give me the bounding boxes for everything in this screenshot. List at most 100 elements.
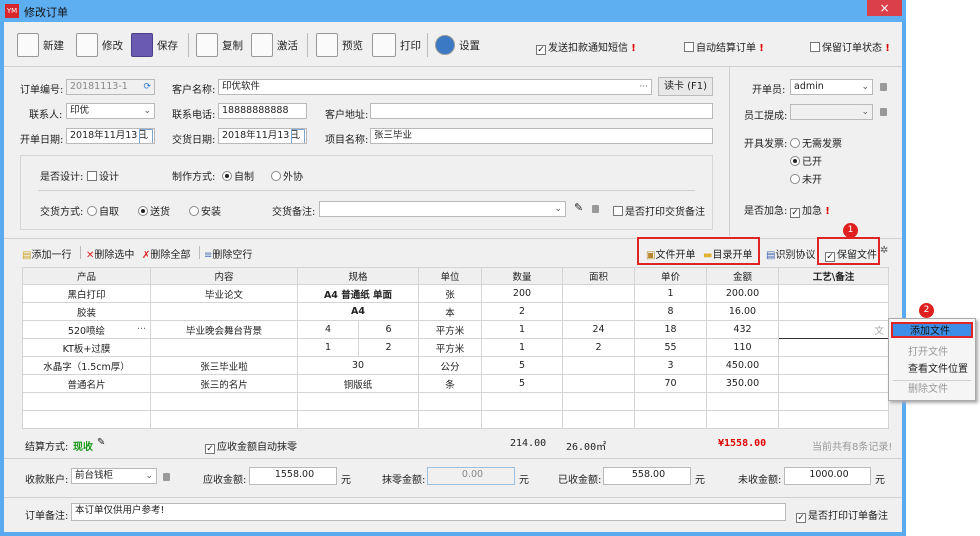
install-radio[interactable]: 安装	[189, 203, 221, 218]
menu-item-open-file[interactable]: 打开文件	[891, 345, 973, 361]
open-date-picker[interactable]: 2018年11月13日 ⌄	[66, 128, 155, 144]
table-cell[interactable]: 公分	[418, 356, 482, 375]
table-cell[interactable]	[562, 284, 635, 303]
pickup-radio[interactable]: 自取	[87, 203, 119, 218]
table-cell[interactable]	[150, 410, 298, 429]
edit-button[interactable]: 修改	[76, 30, 123, 60]
table-cell[interactable]: 432	[706, 320, 779, 339]
table-cell[interactable]: 1	[481, 320, 563, 339]
table-cell[interactable]	[481, 410, 563, 429]
table-cell[interactable]	[706, 410, 779, 429]
table-cell[interactable]: 张	[418, 284, 482, 303]
contact-select[interactable]: 印优 ⌄	[66, 103, 155, 119]
table-cell[interactable]: 30	[297, 356, 419, 375]
table-cell[interactable]: 2	[481, 302, 563, 321]
table-cell[interactable]	[706, 392, 779, 411]
table-row[interactable]	[22, 392, 889, 411]
add-row-button[interactable]: ▤添加一行	[22, 246, 71, 261]
table-cell[interactable]	[778, 374, 889, 393]
menu-item-show-location[interactable]: 查看文件位置	[891, 362, 973, 378]
table-cell[interactable]	[150, 338, 298, 357]
invoice-not-radio[interactable]: 未开	[790, 171, 822, 186]
received-field[interactable]: 558.00	[603, 467, 691, 485]
table-cell[interactable]	[562, 374, 635, 393]
delete-all-button[interactable]: ✗删除全部	[142, 246, 190, 261]
table-cell[interactable]: 16.00	[706, 302, 779, 321]
account-select[interactable]: 前台钱柜 ⌄	[71, 468, 157, 484]
project-field[interactable]: 张三毕业	[370, 128, 713, 144]
phone-field[interactable]: 18888888888	[218, 103, 307, 119]
delete-selected-button[interactable]: ✕删除选中	[86, 246, 134, 261]
send-sms-checkbox[interactable]: ✓ 发送扣款通知短信 !	[536, 39, 636, 55]
table-cell[interactable]: 24	[562, 320, 635, 339]
table-cell[interactable]: 8	[634, 302, 707, 321]
column-header[interactable]: 产品	[22, 267, 151, 285]
column-header[interactable]: 数量	[481, 267, 563, 285]
table-cell[interactable]	[562, 302, 635, 321]
invoice-done-radio[interactable]: 已开	[790, 153, 822, 168]
receivable-field[interactable]: 1558.00	[249, 467, 337, 485]
table-cell[interactable]	[778, 284, 889, 303]
table-cell[interactable]: A4 普通纸 单面	[297, 284, 419, 303]
table-cell[interactable]: 张三的名片	[150, 374, 298, 393]
table-cell[interactable]: 200.00	[706, 284, 779, 303]
keep-status-checkbox[interactable]: 保留订单状态 !	[810, 39, 890, 54]
auto-settle-checkbox[interactable]: 自动结算订单 !	[684, 39, 764, 54]
column-header[interactable]: 内容	[150, 267, 298, 285]
table-cell[interactable]	[778, 410, 889, 429]
table-cell[interactable]: 18	[634, 320, 707, 339]
table-cell[interactable]	[562, 392, 635, 411]
more-icon[interactable]: ···	[639, 80, 648, 94]
table-cell[interactable]: 铜版纸	[297, 374, 419, 393]
read-card-button[interactable]: 读卡 (F1)	[658, 77, 713, 96]
invoice-none-radio[interactable]: 无需发票	[790, 135, 842, 150]
table-cell[interactable]: 平方米	[418, 338, 482, 357]
table-cell[interactable]	[150, 302, 298, 321]
refresh-icon[interactable]: ⟳	[143, 80, 151, 94]
dir-order-button[interactable]: ▬目录开单	[703, 246, 752, 261]
table-cell[interactable]: 520喷绘 ···	[22, 320, 151, 339]
table-cell[interactable]	[481, 392, 563, 411]
customer-field[interactable]: 印优软件 ···	[218, 79, 652, 95]
table-cell[interactable]	[150, 392, 298, 411]
table-cell[interactable]	[297, 410, 419, 429]
table-cell[interactable]: 黑白打印	[22, 284, 151, 303]
edit-settle-icon[interactable]: ✎	[97, 437, 105, 448]
edit-note-icon[interactable]: ✎	[574, 201, 583, 214]
table-cell[interactable]: 110	[706, 338, 779, 357]
table-cell[interactable]	[562, 410, 635, 429]
column-header[interactable]: 金额	[706, 267, 779, 285]
print-remark-checkbox[interactable]: ✓ 是否打印订单备注	[796, 507, 888, 523]
table-cell[interactable]: 2	[562, 338, 635, 357]
menu-item-add-file[interactable]: 添加文件	[891, 322, 973, 338]
column-header[interactable]: 面积	[562, 267, 635, 285]
table-cell[interactable]: 1	[634, 284, 707, 303]
delivery-date-picker[interactable]: 2018年11月13日 ⌄	[218, 128, 307, 144]
table-cell[interactable]: 平方米	[418, 320, 482, 339]
more-icon[interactable]: ···	[137, 324, 146, 335]
table-cell[interactable]: 70	[634, 374, 707, 393]
table-cell[interactable]	[562, 356, 635, 375]
table-row[interactable]: KT板+过膜 1 2 平方米 1 2 55 110	[22, 338, 889, 357]
table-cell[interactable]	[634, 392, 707, 411]
table-cell[interactable]	[297, 392, 419, 411]
address-field[interactable]	[370, 103, 713, 119]
table-row[interactable]: 普通名片 张三的名片 铜版纸条 5 70 350.00	[22, 374, 889, 393]
table-row[interactable]: 水晶字（1.5cm厚） 张三毕业啦 30 公分 5 3 450.00	[22, 356, 889, 375]
table-row[interactable]: 黑白打印 毕业论文 A4 普通纸 单面张 200 1 200.00	[22, 284, 889, 303]
remark-field[interactable]: 本订单仅供用户参考!	[71, 503, 786, 521]
table-cell[interactable]: 条	[418, 374, 482, 393]
table-cell[interactable]: 55	[634, 338, 707, 357]
auto-round-checkbox[interactable]: ✓ 应收金额自动抹零	[205, 438, 297, 454]
table-cell[interactable]: 本	[418, 302, 482, 321]
table-cell[interactable]: 350.00	[706, 374, 779, 393]
table-cell[interactable]: KT板+过膜	[22, 338, 151, 357]
activate-button[interactable]: 激活	[251, 30, 298, 60]
table-cell[interactable]: 200	[481, 284, 563, 303]
copy-button[interactable]: 复制	[196, 30, 243, 60]
urgent-checkbox[interactable]: ✓ 加急 !	[790, 202, 830, 218]
keep-file-checkbox[interactable]: ✓ 保留文件	[825, 246, 877, 262]
make-self-radio[interactable]: 自制	[222, 168, 254, 183]
table-cell[interactable]: A4	[297, 302, 419, 321]
save-button[interactable]: 保存	[131, 30, 178, 60]
